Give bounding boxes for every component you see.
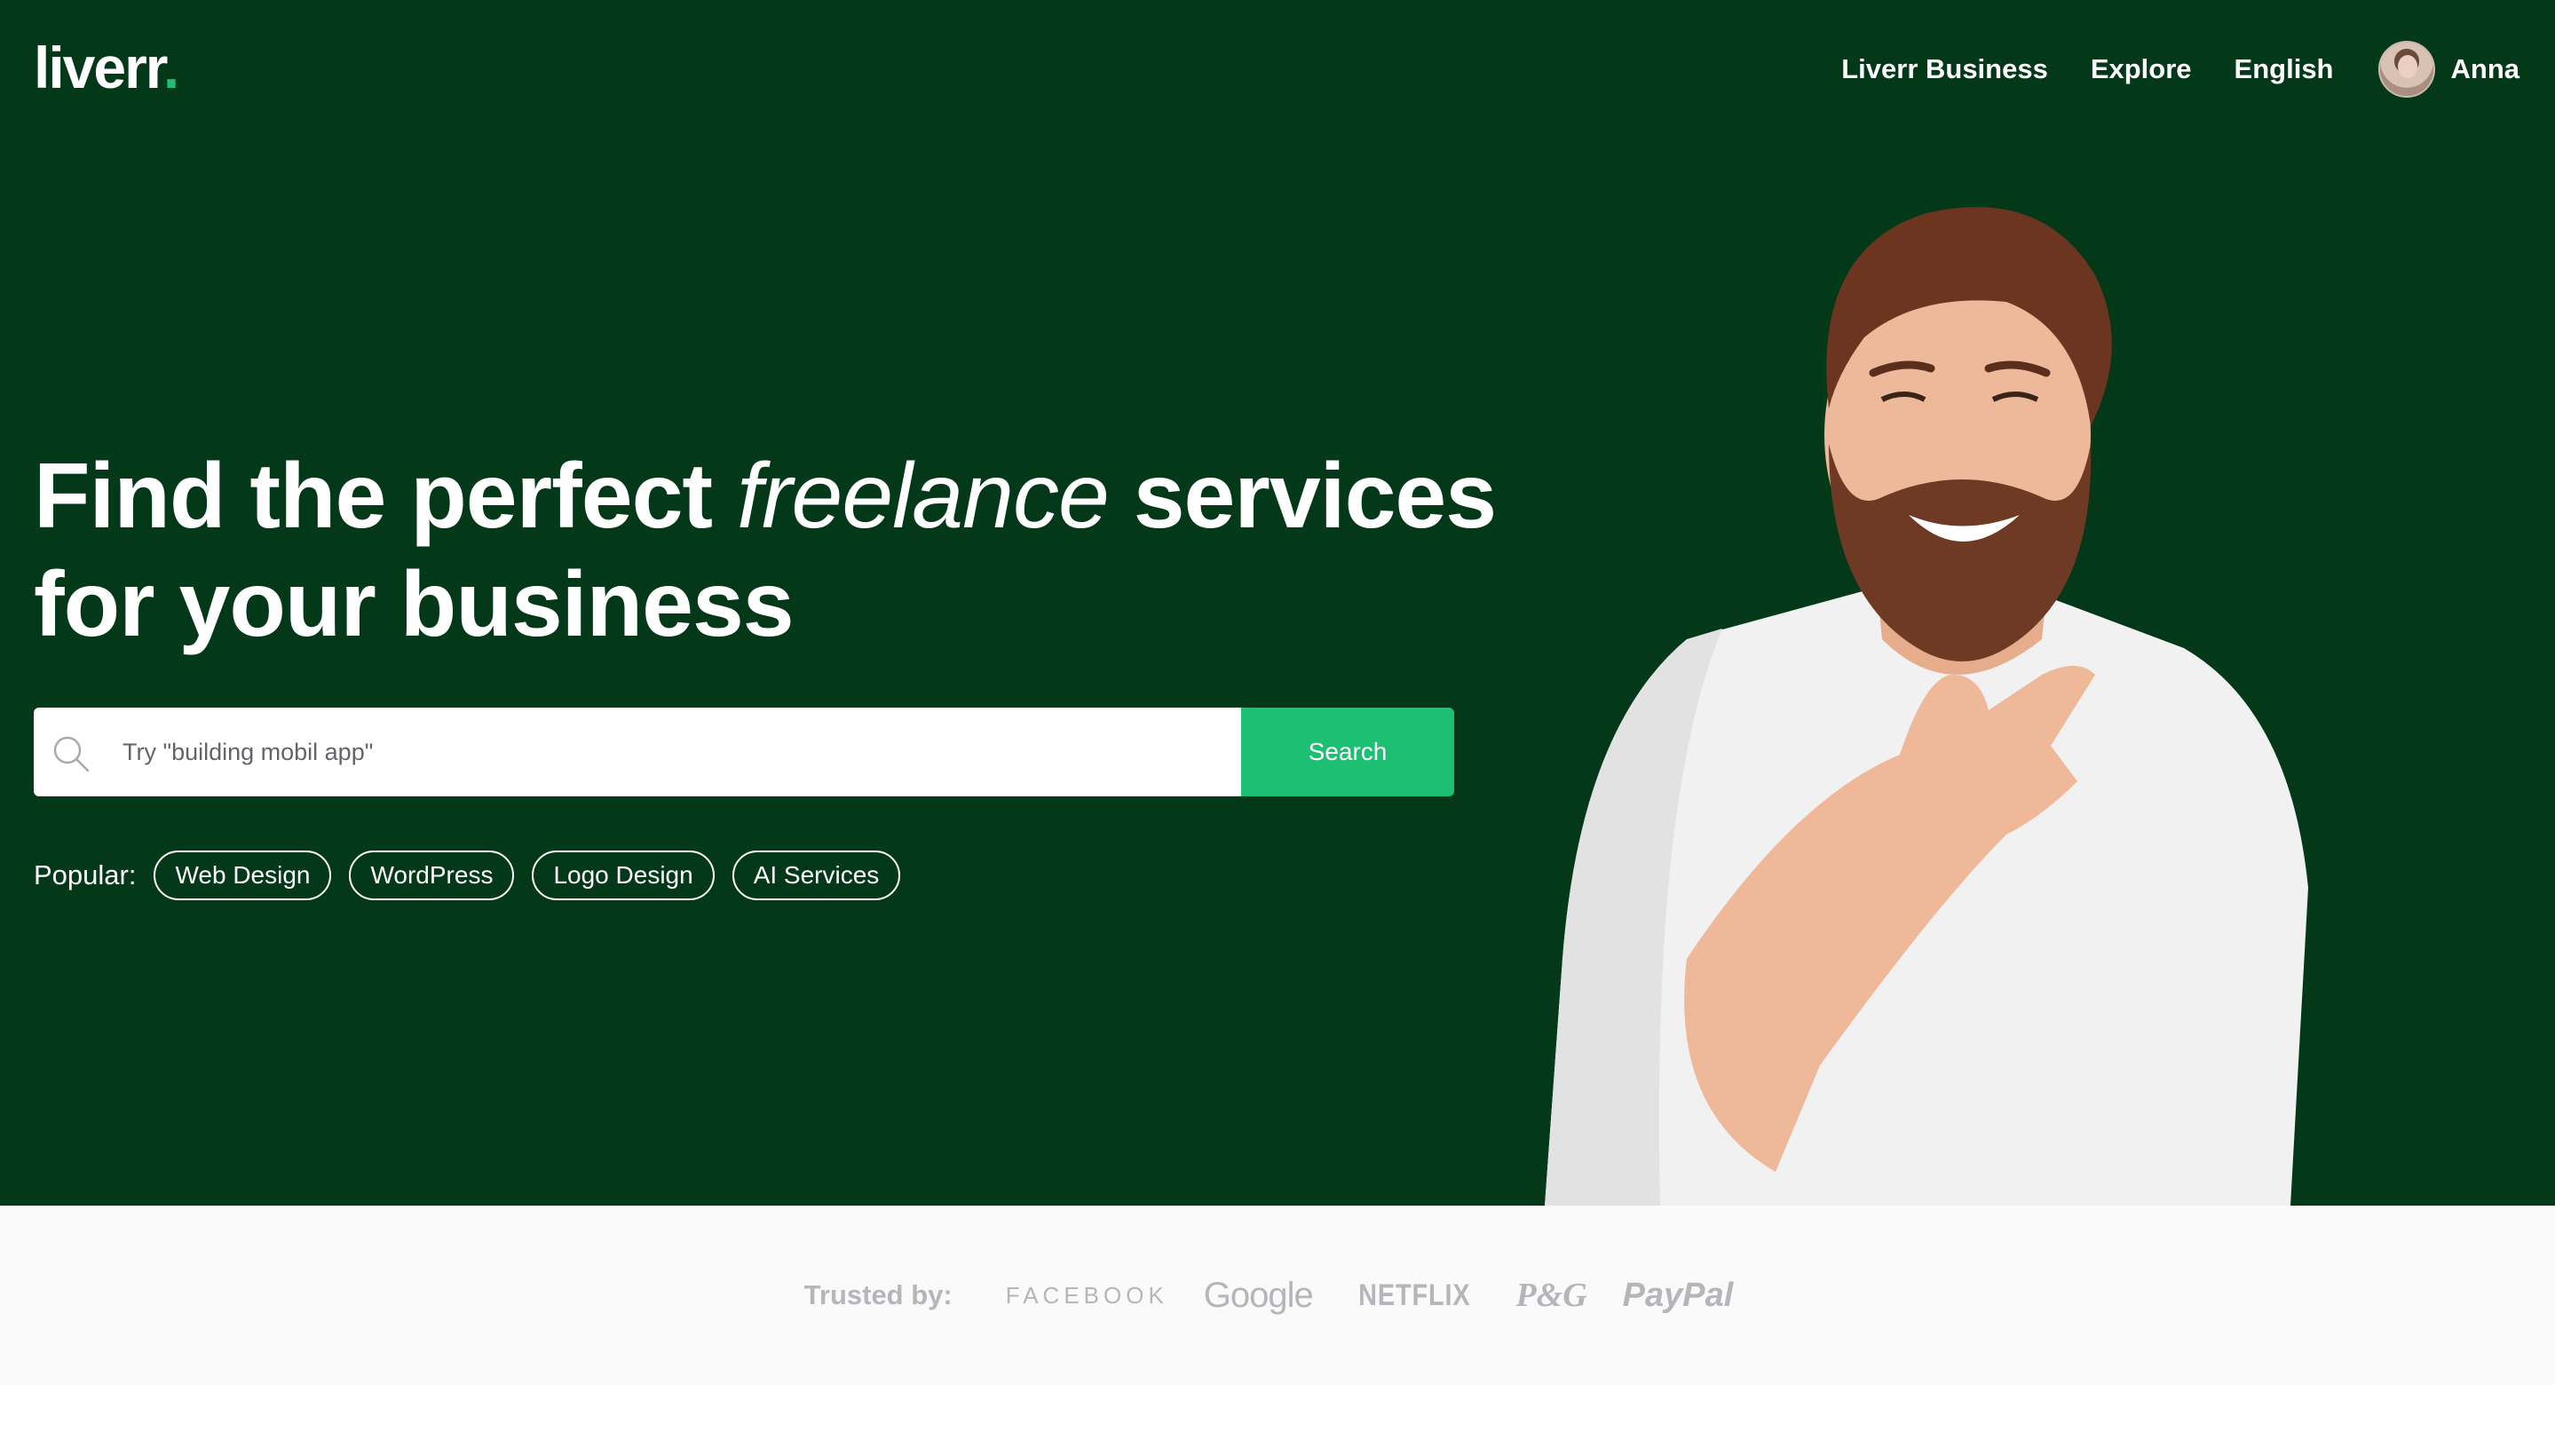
nav-explore[interactable]: Explore xyxy=(2091,53,2192,85)
brand-logo-paypal: PayPal xyxy=(1622,1276,1734,1314)
popular-tag-wordpress[interactable]: WordPress xyxy=(349,851,515,900)
hero-person-image xyxy=(1545,207,2308,1206)
search-button[interactable]: Search xyxy=(1241,708,1454,796)
trusted-by-label: Trusted by: xyxy=(803,1279,953,1310)
avatar xyxy=(2377,41,2435,98)
hero-section: liverr. Liverr Business Explore English … xyxy=(0,0,2555,1206)
headline-line2: for your business xyxy=(34,553,795,656)
headline-italic: freelance xyxy=(736,445,1110,548)
logo-dot: . xyxy=(162,35,179,100)
trusted-by-strip: Trusted by: FACEBOOK Google NETFLIX P&G … xyxy=(0,1206,2555,1385)
search-field xyxy=(34,708,1241,796)
liverr-logo[interactable]: liverr. xyxy=(34,32,179,103)
top-nav: Liverr Business Explore English Anna xyxy=(1799,36,2519,103)
search-icon xyxy=(53,736,90,772)
popular-label: Popular: xyxy=(34,859,137,890)
hero-headline: Find the perfect freelance services for … xyxy=(34,442,1497,659)
user-profile-menu[interactable]: Anna xyxy=(2377,41,2520,98)
popular-tag-ai-services[interactable]: AI Services xyxy=(732,851,901,900)
headline-part1: Find the perfect xyxy=(34,445,737,548)
nav-liverr-business[interactable]: Liverr Business xyxy=(1841,53,2048,85)
brand-logo-netflix: NETFLIX xyxy=(1357,1278,1471,1312)
popular-tags: Popular: Web Design WordPress Logo Desig… xyxy=(34,850,918,901)
popular-tag-web-design[interactable]: Web Design xyxy=(154,851,332,900)
nav-language[interactable]: English xyxy=(2235,53,2334,85)
search-input[interactable] xyxy=(123,725,1188,779)
headline-part2: services xyxy=(1108,445,1497,548)
brand-logo-google: Google xyxy=(1203,1275,1314,1315)
user-name: Anna xyxy=(2450,53,2520,84)
search-bar: Search xyxy=(34,708,1454,796)
popular-tag-logo-design[interactable]: Logo Design xyxy=(532,851,715,900)
brand-logo-facebook: FACEBOOK xyxy=(1005,1281,1168,1309)
brand-logo-pg: P&G xyxy=(1515,1277,1587,1314)
logo-text: liverr xyxy=(34,35,165,100)
